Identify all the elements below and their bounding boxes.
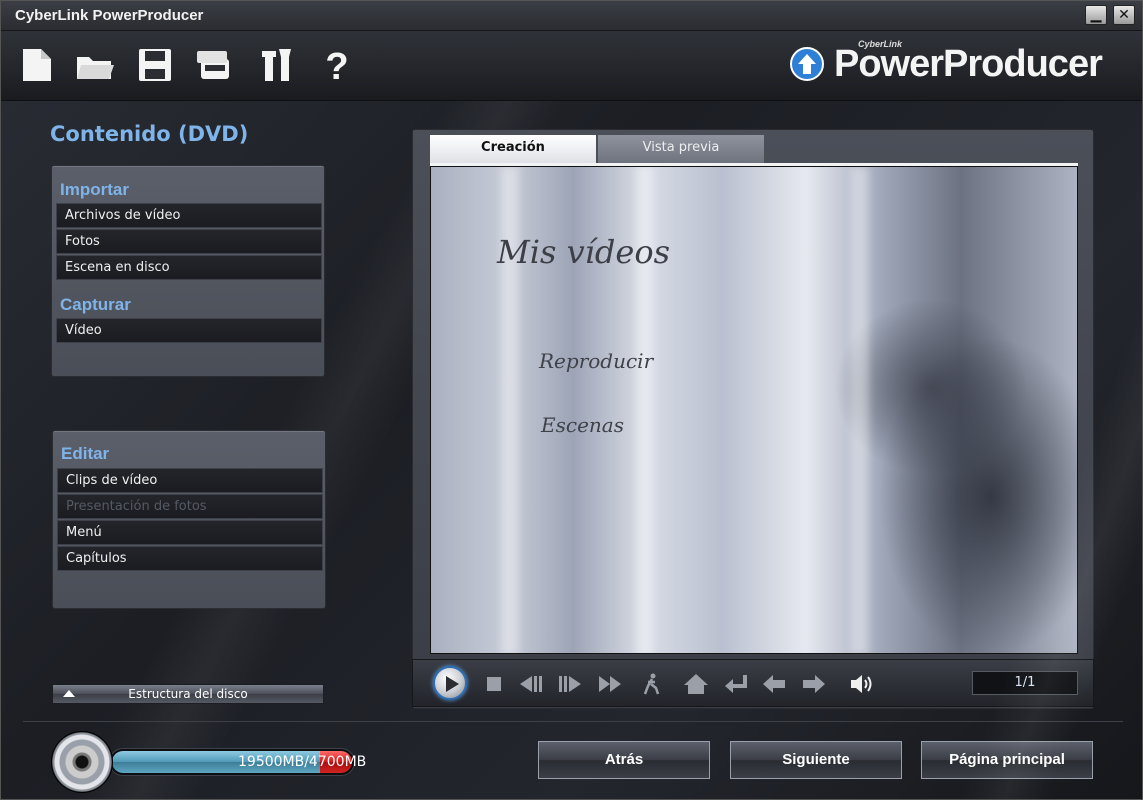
next-frame-icon[interactable] (557, 672, 583, 696)
tab-creacion[interactable]: Creación (430, 135, 596, 163)
disc-structure-label: Estructura del disco (128, 687, 248, 701)
close-button[interactable]: ✕ (1113, 5, 1135, 25)
playback-controls: 1/1 (412, 659, 1094, 707)
import-photos[interactable]: Fotos (56, 229, 322, 254)
menu-option-play[interactable]: Reproducir (539, 349, 653, 373)
volume-icon[interactable] (849, 672, 875, 696)
save-icon[interactable] (135, 45, 175, 85)
svg-text:?: ? (325, 46, 348, 85)
menu-preview-screen[interactable]: Mis vídeos Reproducir Escenas (430, 166, 1078, 654)
back-button[interactable]: Atrás (538, 741, 710, 779)
play-icon (446, 676, 459, 692)
capture-video[interactable]: Vídeo (56, 318, 322, 343)
edit-chapters[interactable]: Capítulos (57, 546, 323, 571)
previous-frame-icon[interactable] (518, 672, 544, 696)
import-disc-scene[interactable]: Escena en disco (56, 255, 322, 280)
disc-structure-button[interactable]: Estructura del disco (52, 684, 324, 704)
title-bar: CyberLink PowerProducer ▁ ✕ (1, 1, 1142, 31)
tools-icon[interactable] (257, 45, 297, 85)
minimize-button[interactable]: ▁ (1085, 5, 1107, 25)
capacity-bar: 19500MB/4700MB (109, 748, 366, 776)
home-page-button[interactable]: Página principal (921, 741, 1093, 779)
edit-photo-slideshow: Presentación de fotos (57, 494, 323, 519)
edit-heading: Editar (61, 444, 110, 463)
logo-brand: PowerProducer (834, 43, 1103, 85)
content-title: Contenido (DVD) (50, 122, 249, 146)
disc-capacity: 19500MB/4700MB (51, 731, 366, 793)
home-icon[interactable] (683, 672, 709, 696)
import-capture-panel: Importar Archivos de vídeo Fotos Escena … (51, 165, 325, 377)
import-heading: Importar (60, 180, 129, 199)
edit-menu[interactable]: Menú (57, 520, 323, 545)
play-button[interactable] (433, 666, 467, 700)
disc-icon (51, 731, 113, 793)
help-icon[interactable]: ? (317, 45, 357, 85)
arrow-left-icon[interactable] (761, 672, 787, 696)
new-file-icon[interactable] (17, 45, 57, 85)
tab-vista-previa[interactable]: Vista previa (598, 135, 764, 163)
menu-title[interactable]: Mis vídeos (497, 233, 670, 271)
capacity-label: 19500MB/4700MB (238, 754, 367, 770)
import-video-files[interactable]: Archivos de vídeo (56, 203, 322, 228)
page-counter: 1/1 (972, 671, 1078, 695)
footer-separator (23, 721, 1123, 722)
capture-heading: Capturar (60, 295, 131, 314)
edit-video-clips[interactable]: Clips de vídeo (57, 468, 323, 493)
open-folder-icon[interactable] (75, 45, 115, 85)
logo-arrow-icon (790, 47, 824, 81)
expand-up-icon (63, 690, 75, 697)
arrow-right-icon[interactable] (801, 672, 827, 696)
app-window: CyberLink PowerProducer ▁ ✕ ? CyberLink … (0, 0, 1143, 800)
menu-option-scenes[interactable]: Escenas (541, 413, 624, 437)
fast-forward-icon[interactable] (597, 672, 623, 696)
window-title: CyberLink PowerProducer (15, 7, 204, 24)
stop-icon[interactable] (481, 672, 507, 696)
light-streak (851, 167, 869, 653)
powerproducer-logo: CyberLink PowerProducer (790, 39, 1120, 89)
step-walk-icon[interactable] (639, 672, 665, 696)
return-icon[interactable] (723, 672, 749, 696)
edit-panel: Editar Clips de vídeo Presentación de fo… (52, 430, 326, 609)
preview-panel: Creación Vista previa Mis vídeos Reprodu… (412, 129, 1094, 709)
burn-disc-icon[interactable] (195, 45, 235, 85)
next-button[interactable]: Siguiente (730, 741, 902, 779)
